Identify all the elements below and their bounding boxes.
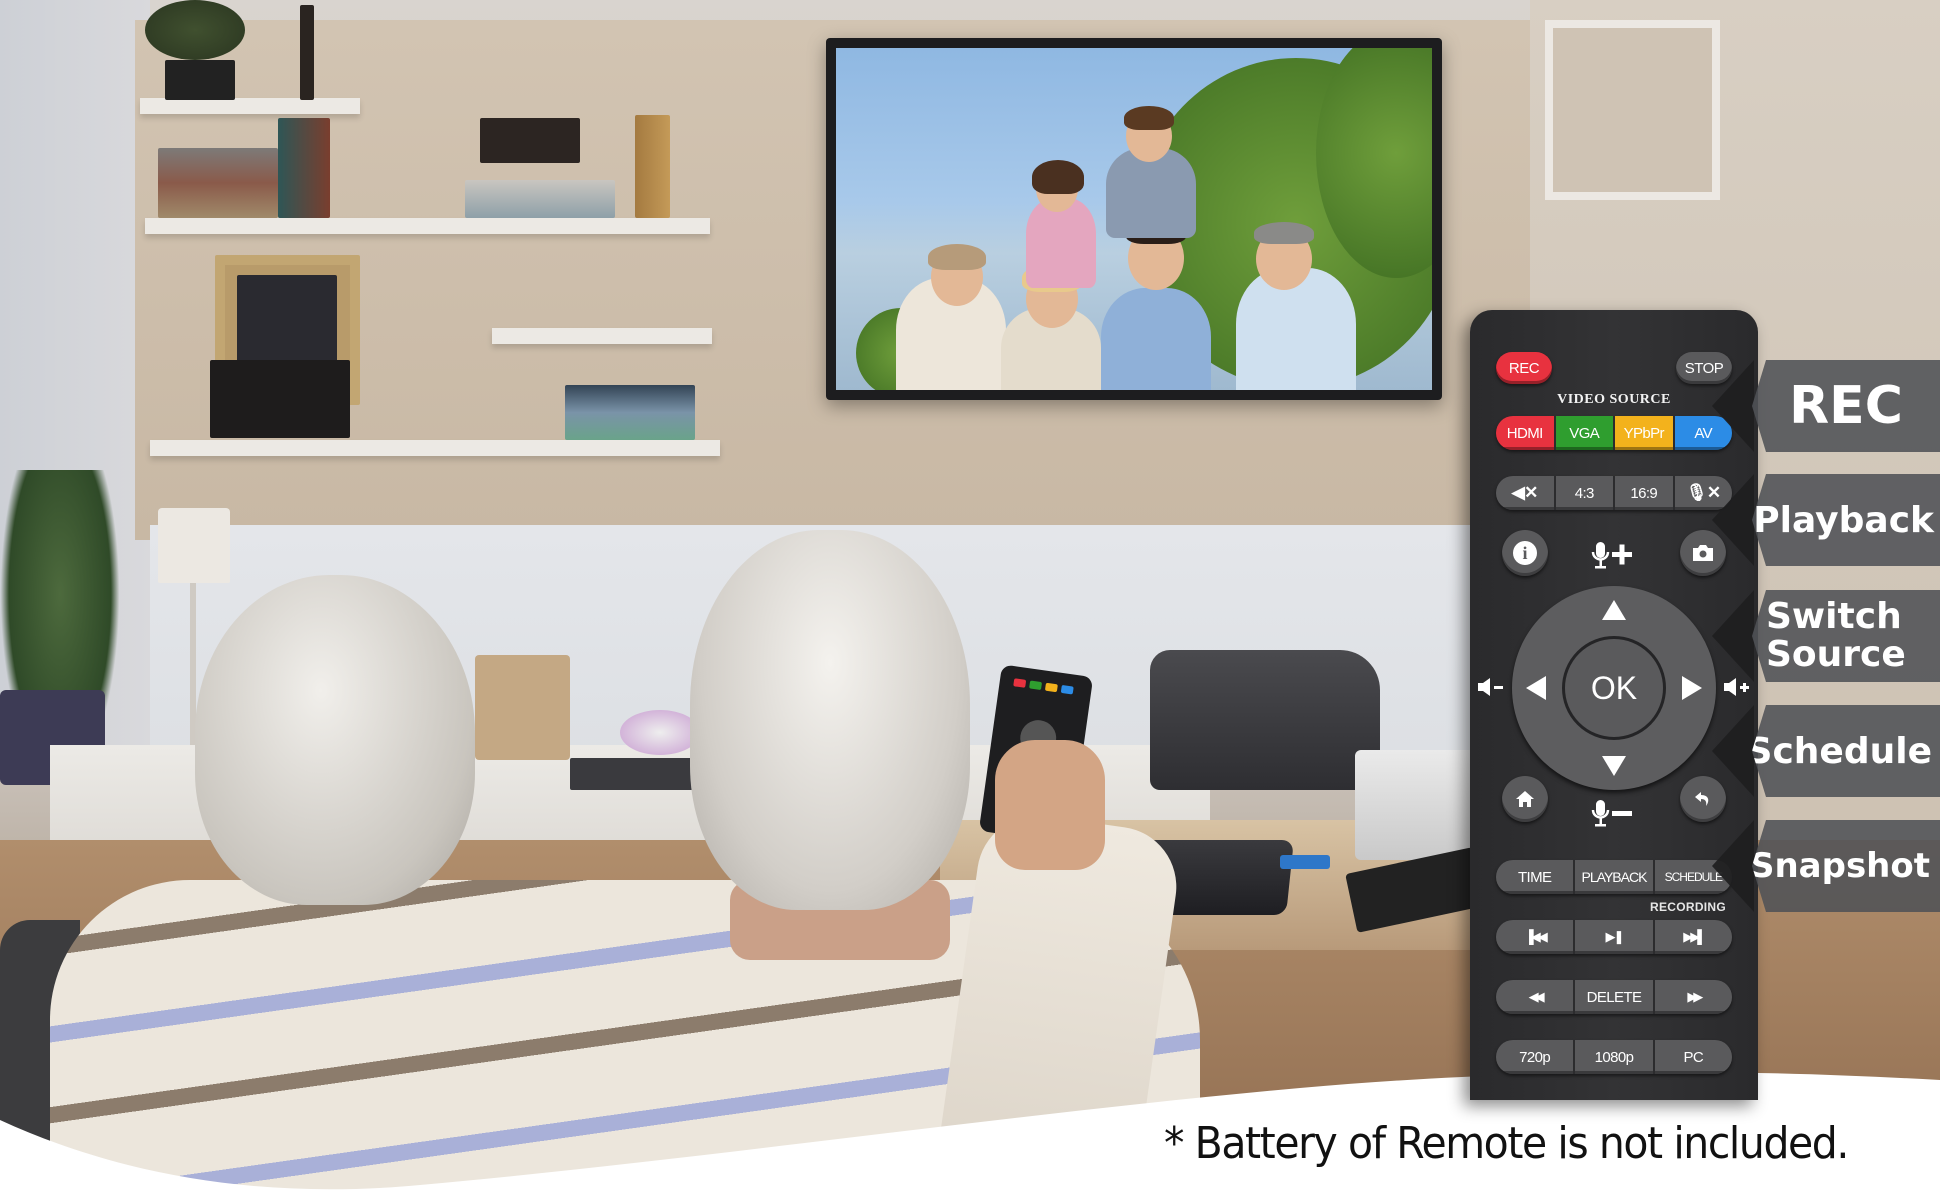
ypbpr-button[interactable]: YPbPr	[1615, 416, 1675, 450]
callout-schedule: Schedule	[1752, 705, 1940, 797]
aspect-4-3-button[interactable]: 4:3	[1555, 476, 1615, 510]
books	[635, 115, 670, 218]
callout-pointer	[1712, 820, 1754, 912]
callout-playback: Playback	[1752, 474, 1940, 566]
playback-button[interactable]: PLAYBACK	[1575, 860, 1655, 894]
1080p-button[interactable]: 1080p	[1575, 1040, 1655, 1074]
shelf	[150, 440, 720, 456]
back-icon	[1695, 792, 1709, 806]
hdmi-button[interactable]: HDMI	[1496, 416, 1556, 450]
function-group: TIME PLAYBACK SCHEDULE	[1496, 860, 1732, 894]
speaker-mute-button[interactable]: ◀✕	[1496, 476, 1556, 510]
volume-down-icon[interactable]	[1474, 674, 1508, 700]
plant-pot	[165, 60, 235, 100]
callout-rec: REC	[1752, 360, 1940, 452]
video-source-group: HDMI VGA YPbPr AV	[1496, 416, 1732, 450]
fast-forward-button[interactable]: ▶▶	[1654, 980, 1732, 1014]
previous-button[interactable]: ▐◀◀	[1496, 920, 1576, 954]
shelf	[492, 328, 712, 344]
fast-forward-icon: ▶▶	[1687, 989, 1703, 1004]
play-pause-icon: ▶❚	[1605, 929, 1625, 944]
left-arrow-button[interactable]	[1526, 676, 1546, 700]
up-arrow-button[interactable]	[1602, 600, 1626, 620]
books	[565, 385, 695, 440]
time-button[interactable]: TIME	[1496, 860, 1576, 894]
shelf	[140, 98, 360, 114]
transport-group: ▐◀◀ ▶❚ ▶▶▌	[1496, 920, 1732, 954]
ok-button[interactable]: OK	[1562, 636, 1666, 740]
dvd-disc	[620, 710, 700, 755]
callout-pointer	[1712, 705, 1754, 797]
edit-group: ◀◀ DELETE ▶▶	[1496, 980, 1732, 1014]
rec-button[interactable]: REC	[1496, 352, 1552, 384]
tv-screen-family-photo	[836, 48, 1432, 390]
woman-head	[195, 575, 475, 905]
wooden-crate	[475, 655, 570, 760]
callout-switch-source: Switch Source	[1752, 590, 1940, 682]
pc-button[interactable]: PC	[1654, 1040, 1732, 1074]
resolution-group: 720p 1080p PC	[1496, 1040, 1732, 1074]
speaker-mute-icon: ◀✕	[1511, 483, 1539, 502]
vga-button[interactable]: VGA	[1555, 416, 1615, 450]
right-arrow-button[interactable]	[1682, 676, 1702, 700]
home-button[interactable]	[1502, 776, 1548, 822]
box	[210, 360, 350, 438]
sculpture	[300, 5, 314, 100]
books	[480, 118, 580, 163]
callout-pointer	[1712, 590, 1754, 682]
man-hand	[995, 740, 1105, 870]
wall-cabinet	[1545, 20, 1720, 200]
callout-pointer	[1712, 360, 1754, 452]
books	[278, 118, 330, 218]
vcr-player	[1355, 750, 1475, 860]
info-icon: i	[1513, 541, 1537, 565]
battery-footnote: * Battery of Remote is not included.	[1164, 1118, 1849, 1169]
mic-minus-icon[interactable]	[1588, 796, 1640, 830]
720p-button[interactable]: 720p	[1496, 1040, 1576, 1074]
skip-previous-icon: ▐◀◀	[1524, 929, 1548, 944]
skip-next-icon: ▶▶▌	[1683, 929, 1706, 944]
table-lamp	[158, 508, 230, 583]
rewind-button[interactable]: ◀◀	[1496, 980, 1576, 1014]
home-icon	[1516, 791, 1534, 807]
usb-drive	[1280, 855, 1330, 869]
camcorder	[1150, 650, 1380, 790]
info-button[interactable]: i	[1502, 530, 1548, 576]
down-arrow-button[interactable]	[1602, 756, 1626, 776]
bonsai	[145, 0, 245, 60]
next-button[interactable]: ▶▶▌	[1654, 920, 1732, 954]
man-head	[690, 530, 970, 910]
aspect-mute-group: ◀✕ 4:3 16:9 🎙✕	[1496, 476, 1732, 510]
shelf	[145, 218, 710, 234]
callout-pointer	[1712, 474, 1754, 566]
play-pause-button[interactable]: ▶❚	[1575, 920, 1655, 954]
mic-plus-icon[interactable]	[1588, 538, 1640, 572]
wall-tv	[826, 38, 1442, 400]
books	[158, 148, 278, 218]
callout-snapshot: Snapshot	[1752, 820, 1940, 912]
navigation-dpad: OK	[1512, 586, 1716, 790]
rewind-icon: ◀◀	[1528, 989, 1545, 1004]
delete-button[interactable]: DELETE	[1575, 980, 1655, 1014]
books	[465, 180, 615, 218]
aspect-16-9-button[interactable]: 16:9	[1615, 476, 1675, 510]
